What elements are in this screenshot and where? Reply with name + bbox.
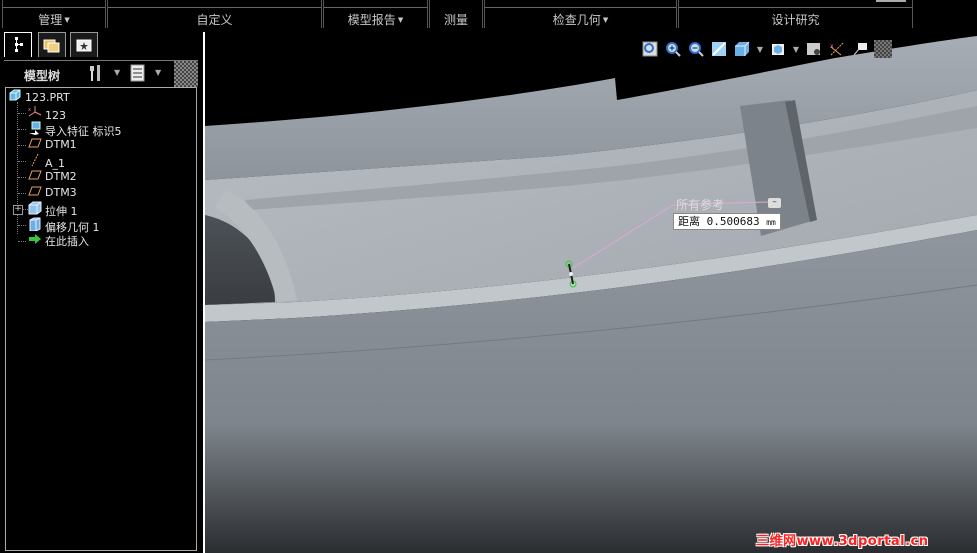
datum-display-icon[interactable]: x xyxy=(828,40,846,58)
saved-views-icon[interactable] xyxy=(769,40,787,58)
measure-unit: mm xyxy=(766,218,776,227)
ribbon-group-label: 自定义 xyxy=(196,13,233,27)
view-manager-icon[interactable] xyxy=(805,40,823,58)
folder-browser-icon xyxy=(43,39,60,53)
ribbon-group-model-report[interactable]: 模型报告 ▼ xyxy=(323,0,428,28)
svg-text:x: x xyxy=(28,107,31,113)
ribbon-group-inspect-geometry[interactable]: 检查几何 ▼ xyxy=(484,0,677,28)
model-tree: 123.PRT x 123 导入特征 标识5 DTM1 A_1 DTM2 DTM3… xyxy=(5,87,197,551)
tree-settings-tools-icon[interactable] xyxy=(88,64,104,86)
ribbon: 管理 ▼ 自定义 模型报告 ▼ 测量 检查几何 ▼ 设计研究 xyxy=(0,0,977,30)
tree-item[interactable]: DTM1 xyxy=(28,137,77,153)
zoom-in-icon[interactable] xyxy=(664,40,682,58)
tree-item[interactable]: 在此插入 xyxy=(28,233,89,249)
tree-item[interactable]: A_1 xyxy=(28,153,65,170)
tab-model-tree[interactable] xyxy=(4,32,32,57)
model-geometry xyxy=(205,36,977,553)
tree-item[interactable]: DTM2 xyxy=(28,169,77,185)
tree-item-label: DTM1 xyxy=(45,138,77,151)
collapse-callout-button[interactable]: – xyxy=(768,198,781,208)
tree-item[interactable]: DTM3 xyxy=(28,185,77,201)
part-icon xyxy=(8,89,22,106)
zoom-out-icon[interactable] xyxy=(687,40,705,58)
chevron-down-icon[interactable]: ▼ xyxy=(114,68,120,77)
tree-title: 模型树 xyxy=(24,69,61,83)
chevron-down-icon[interactable]: ▼ xyxy=(155,68,161,77)
tab-favorites[interactable] xyxy=(70,32,98,57)
ribbon-group-customize[interactable]: 自定义 xyxy=(107,0,322,28)
measure-value: 0.500683 xyxy=(706,215,760,228)
dropdown-arrow-icon: ▼ xyxy=(64,16,70,24)
datum-plane-icon xyxy=(28,185,42,201)
datum-plane-icon xyxy=(28,137,42,153)
model-tree-icon xyxy=(15,37,23,52)
tree-item-label: DTM3 xyxy=(45,186,77,199)
ribbon-group-label: 模型报告 xyxy=(347,13,396,27)
tree-item[interactable]: 拉伸 1 xyxy=(28,201,78,218)
display-style-icon[interactable] xyxy=(733,40,751,58)
chevron-down-icon[interactable]: ▼ xyxy=(756,40,764,58)
favorites-icon xyxy=(76,39,92,52)
repaint-icon[interactable] xyxy=(710,40,728,58)
ribbon-group-measure[interactable]: 测量 xyxy=(429,0,906,28)
ribbon-group-label: 检查几何 xyxy=(552,13,601,27)
dropdown-arrow-icon: ▼ xyxy=(397,16,404,24)
expand-toggle-icon[interactable]: + xyxy=(13,205,23,215)
svg-text:x: x xyxy=(830,43,834,50)
show-list-icon[interactable] xyxy=(130,64,146,86)
graphics-viewport[interactable]: ▼ ▼ x 所有参考 – 距离 0.500683 mm xyxy=(205,30,977,553)
tree-item-label: DTM2 xyxy=(45,170,77,183)
view-toolbar: ▼ ▼ x xyxy=(641,40,897,58)
navigator-panel: 模型树 ▼ ▼ 123.PRT x 123 导入特征 标识5 DTM1 A_1 … xyxy=(0,30,202,553)
annotation-display-icon[interactable] xyxy=(851,40,869,58)
insert-here-arrow-icon xyxy=(28,233,42,250)
watermark: 三维网www.3dportal.cn xyxy=(756,534,929,549)
ribbon-group-design-study[interactable]: 设计研究 xyxy=(678,0,913,28)
ribbon-group-label: 管理 xyxy=(38,13,63,27)
ribbon-group-label: 测量 xyxy=(443,13,468,27)
measure-reference-label: 所有参考 xyxy=(676,198,725,212)
measure-result-box[interactable]: 距离 0.500683 mm xyxy=(673,213,781,230)
tree-toolbar: 模型树 ▼ ▼ xyxy=(4,60,198,87)
spin-center-icon[interactable] xyxy=(874,40,892,58)
dropdown-arrow-icon: ▼ xyxy=(602,16,609,24)
tree-item-label: 在此插入 xyxy=(45,235,89,248)
datum-plane-icon xyxy=(28,169,42,185)
chevron-down-icon[interactable]: ▼ xyxy=(792,40,800,58)
tab-folder-browser[interactable] xyxy=(38,32,66,57)
tree-item[interactable]: 偏移几何 1 xyxy=(28,217,100,234)
measure-result-label: 距离 xyxy=(678,215,700,228)
tree-item[interactable]: 导入特征 标识5 xyxy=(28,121,122,138)
tree-item-label: 123.PRT xyxy=(25,91,70,104)
tree-item[interactable]: x 123 xyxy=(28,105,66,122)
ribbon-group-label: 设计研究 xyxy=(771,13,820,27)
ribbon-group-manage[interactable]: 管理 ▼ xyxy=(2,0,106,28)
tree-item[interactable]: 123.PRT xyxy=(8,89,70,105)
refit-icon[interactable] xyxy=(641,40,659,58)
